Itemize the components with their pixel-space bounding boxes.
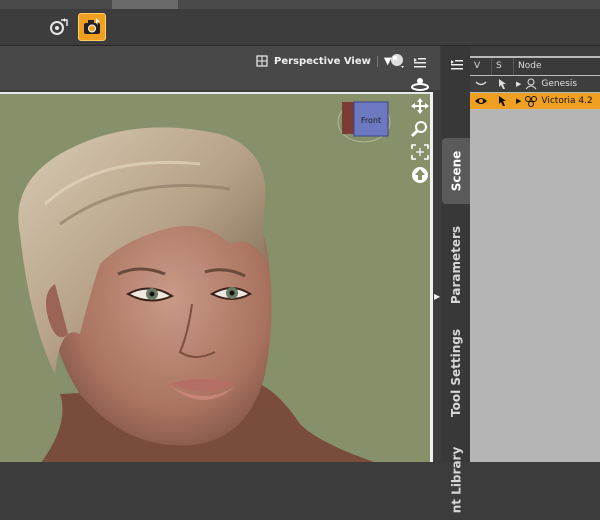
rotate-icon [50,18,68,35]
node-label: Victoria 4.2 [541,96,593,106]
cursor-icon[interactable] [498,95,508,107]
camera-tool-button[interactable] [78,13,106,41]
scene-row-victoria[interactable]: ▶ Victoria 4.2 [470,93,600,109]
viewport-border [430,92,433,462]
cursor-icon[interactable] [498,78,508,90]
frame-icon [411,144,429,160]
top-tab[interactable] [112,0,178,9]
column-visible[interactable]: V [470,58,492,75]
tab-parameters-label: Parameters [449,225,464,305]
orbit-button[interactable] [410,75,430,93]
panel-menu-button[interactable] [450,56,464,70]
tab-library-label: nt Library [449,446,463,514]
tab-parameters[interactable]: Parameters [442,222,470,308]
group-node-icon [525,96,538,107]
column-selectable[interactable]: S [492,58,514,75]
tab-scene[interactable]: Scene [442,138,470,204]
panel-tab-strip: Scene Parameters Tool Settings nt Librar… [442,46,470,513]
tab-tool-settings[interactable]: Tool Settings [442,324,470,422]
pan-button[interactable] [410,97,430,115]
column-node[interactable]: Node [514,58,600,75]
eye-icon[interactable] [474,96,488,106]
scene-panel-body [470,110,600,462]
node-label: Genesis [541,79,578,89]
scene-column-headers: V S Node [470,58,600,75]
reset-view-button[interactable] [410,166,430,184]
figure-render [18,127,375,462]
3d-viewport[interactable] [0,92,432,462]
magnifier-icon [410,121,427,138]
view-cube-icon: Front [337,101,391,143]
viewport-menu-button[interactable] [413,54,427,73]
scene-row-genesis[interactable]: ▶ Genesis [470,76,600,92]
zoom-button[interactable] [410,120,430,138]
frame-button[interactable] [410,143,430,161]
tab-tool-settings-label: Tool Settings [449,328,464,418]
view-label: Perspective View [274,55,371,67]
menu-lines-icon [414,58,426,68]
rotate-tool-button[interactable] [44,13,72,41]
pane-collapse-icon[interactable]: ▶ [434,292,440,301]
view-grid-icon [256,55,268,67]
window-top-strip [0,0,600,9]
cube-front-label: Front [361,116,381,125]
expand-arrow-icon[interactable]: ▶ [516,80,521,88]
sphere-shading-icon [391,54,404,68]
tab-scene-label: Scene [449,150,464,192]
camera-icon [84,18,100,34]
menu-lines-icon [451,60,463,70]
expand-arrow-icon[interactable]: ▶ [516,97,521,105]
orbit-icon [411,78,429,91]
toolbar [0,9,600,46]
tab-content-library[interactable]: nt Library [442,440,470,520]
draw-style-button[interactable] [388,52,408,74]
eye-closed-icon[interactable] [475,80,487,88]
pan-icon [411,98,429,114]
up-arrow-icon [412,167,428,183]
view-selector[interactable]: Perspective View ▼ [256,52,392,70]
view-cube[interactable]: Front [334,96,392,144]
figure-node-icon [526,78,537,90]
